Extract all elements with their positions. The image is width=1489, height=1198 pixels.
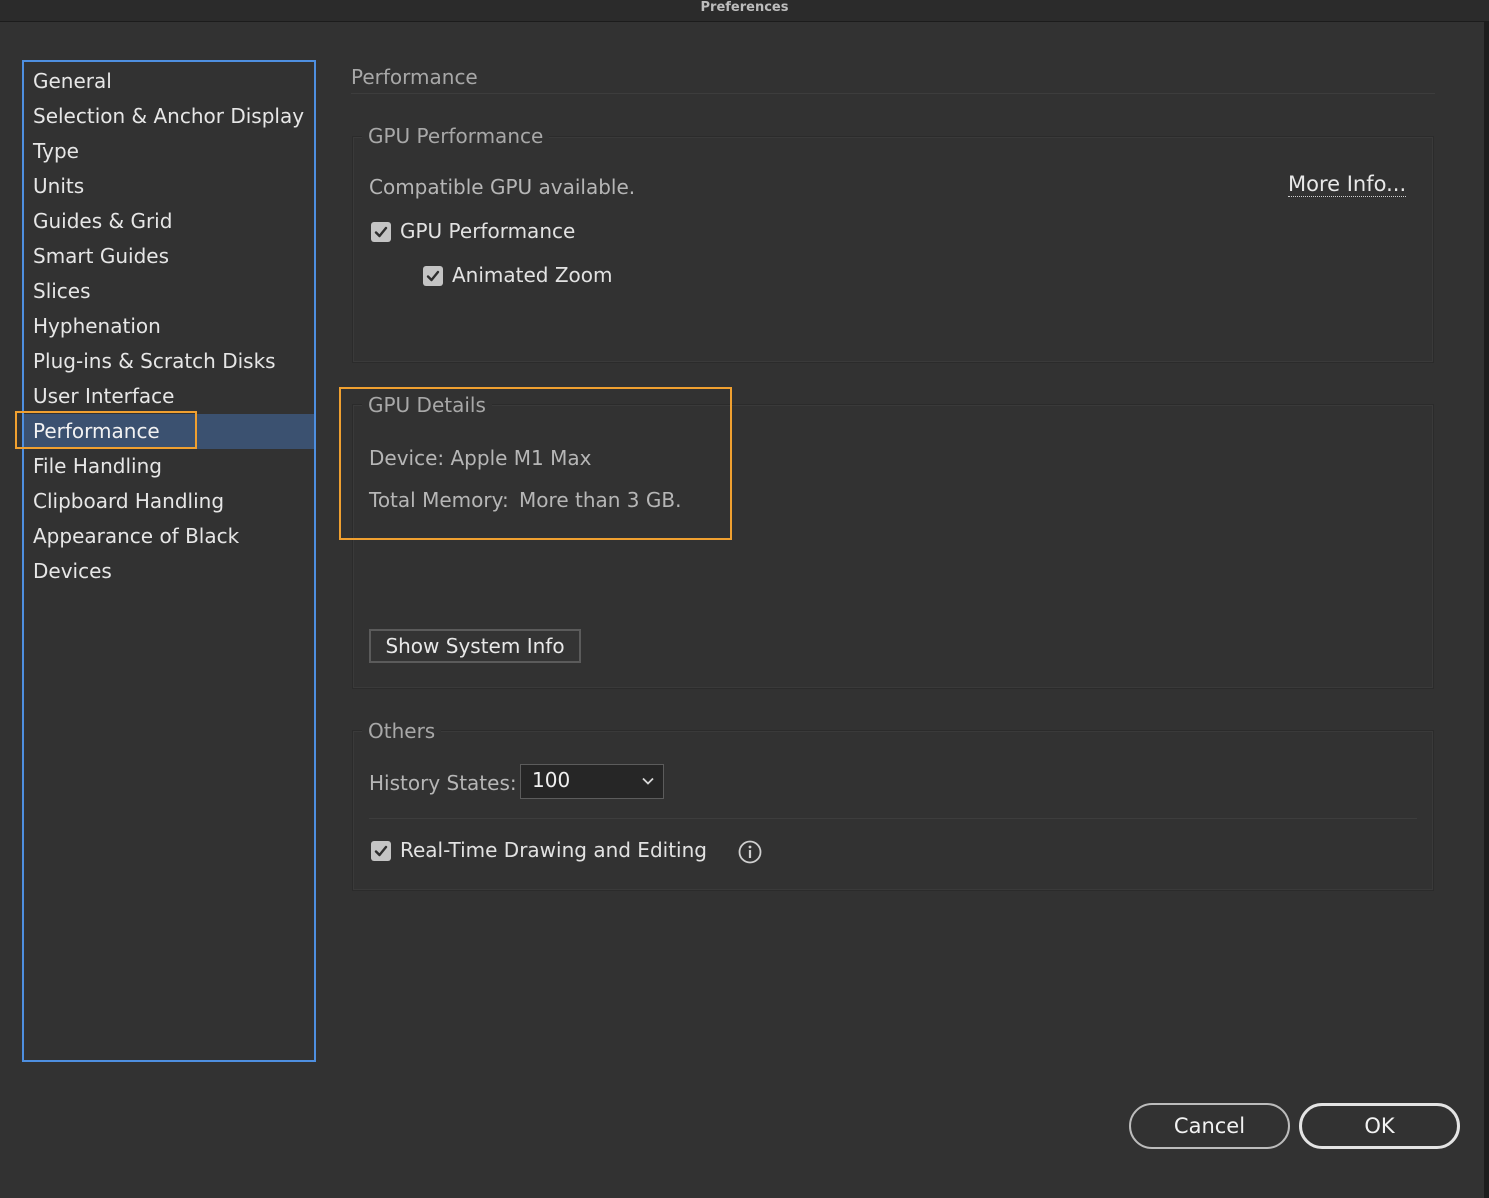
sidebar-item-smart-guides[interactable]: Smart Guides [24,239,314,274]
sidebar-item-plugins-scratch-disks[interactable]: Plug-ins & Scratch Disks [24,344,314,379]
total-memory-value: More than 3 GB. [519,488,682,512]
checkmark-icon [374,226,388,238]
sidebar-item-type[interactable]: Type [24,134,314,169]
sidebar-item-user-interface[interactable]: User Interface [24,379,314,414]
chevron-down-icon [642,777,654,785]
gpu-performance-checkbox-label[interactable]: GPU Performance [400,219,575,243]
info-icon[interactable] [738,840,762,864]
total-memory-label: Total Memory: [369,488,509,512]
history-states-label: History States: [369,771,517,795]
preferences-category-list[interactable]: General Selection & Anchor Display Type … [22,60,316,1062]
more-info-link[interactable]: More Info... [1288,172,1407,197]
sidebar-item-devices[interactable]: Devices [24,554,314,589]
real-time-drawing-checkbox[interactable] [371,841,391,861]
sidebar-item-slices[interactable]: Slices [24,274,314,309]
window-edge [1484,22,1489,1198]
cancel-button[interactable]: Cancel [1129,1103,1290,1149]
window-title: Preferences [700,0,789,15]
others-group [352,730,1434,891]
gpu-performance-checkbox[interactable] [371,222,391,242]
animated-zoom-checkbox[interactable] [423,266,443,286]
sidebar-item-general[interactable]: General [24,64,314,99]
history-states-value: 100 [532,768,571,792]
title-divider [351,93,1435,94]
history-states-select[interactable]: 100 [520,764,664,799]
others-title: Others [362,719,442,743]
sidebar-item-hyphenation[interactable]: Hyphenation [24,309,314,344]
gpu-performance-group [352,136,1434,363]
real-time-drawing-label[interactable]: Real-Time Drawing and Editing [400,838,707,862]
gpu-status-text: Compatible GPU available. [369,175,636,199]
checkmark-icon [426,270,440,282]
sidebar-item-performance[interactable]: Performance [24,414,314,449]
gpu-device-text: Device: Apple M1 Max [369,446,592,470]
checkmark-icon [374,845,388,857]
sidebar-item-units[interactable]: Units [24,169,314,204]
sidebar-item-appearance-of-black[interactable]: Appearance of Black [24,519,314,554]
page-title: Performance [351,65,478,89]
sidebar-item-clipboard-handling[interactable]: Clipboard Handling [24,484,314,519]
show-system-info-button[interactable]: Show System Info [369,629,581,663]
others-divider [369,818,1417,819]
gpu-details-title: GPU Details [362,393,492,417]
sidebar-item-selection-anchor-display[interactable]: Selection & Anchor Display [24,99,314,134]
gpu-total-memory-text: Total Memory: More than 3 GB. [369,488,681,512]
gpu-performance-title: GPU Performance [362,124,550,148]
sidebar-item-guides-grid[interactable]: Guides & Grid [24,204,314,239]
animated-zoom-checkbox-label[interactable]: Animated Zoom [452,263,613,287]
ok-button[interactable]: OK [1299,1103,1460,1149]
window-titlebar: Preferences [0,0,1489,22]
sidebar-item-file-handling[interactable]: File Handling [24,449,314,484]
